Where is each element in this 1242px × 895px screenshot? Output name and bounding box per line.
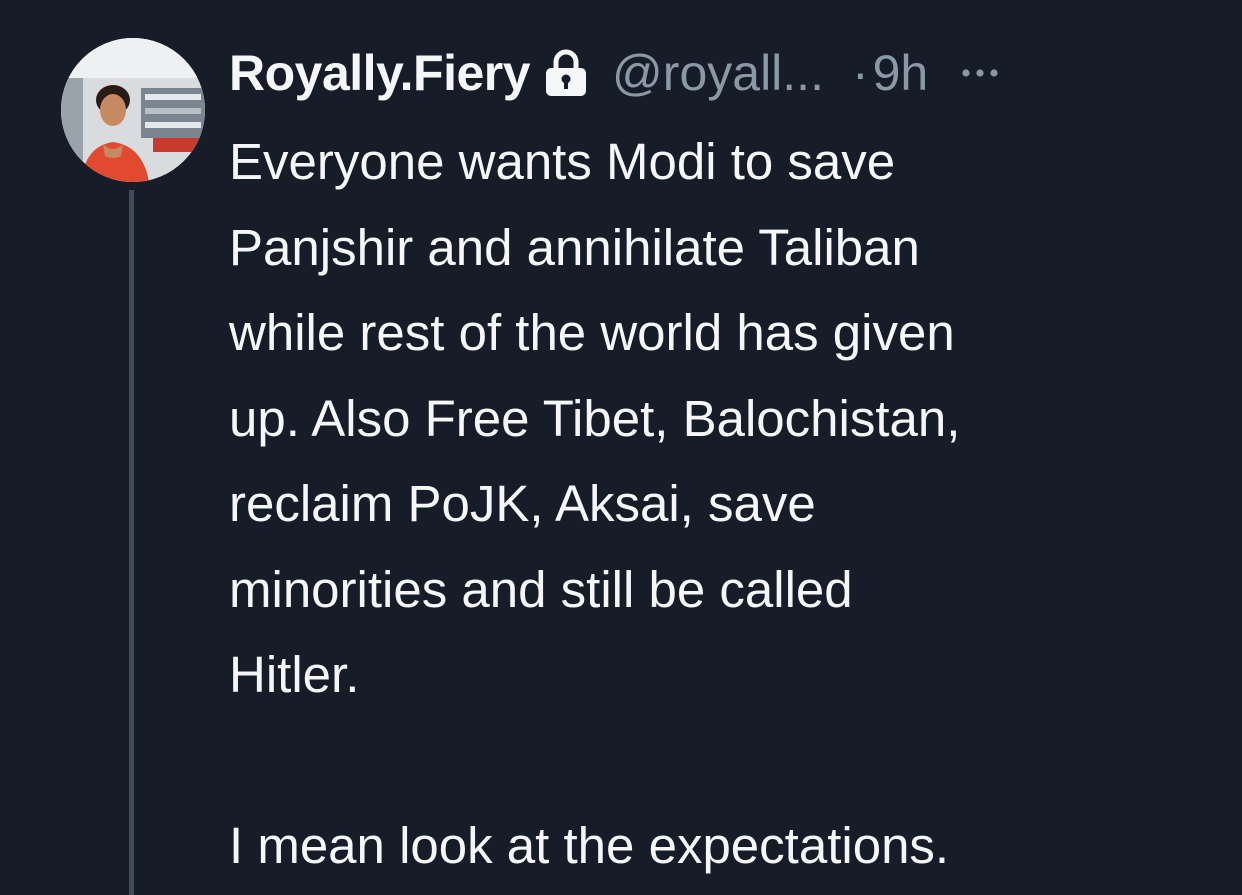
tweet-header: Royally.Fiery @royall... · 9h — [229, 38, 1000, 108]
tweet-text-line: I mean look at the expectations. — [229, 817, 950, 874]
thread-line — [129, 190, 134, 895]
avatar[interactable] — [61, 38, 205, 182]
tweet[interactable]: Royally.Fiery @royall... · 9h Everyone w… — [0, 0, 1242, 895]
more-horizontal-icon — [962, 69, 998, 77]
lock-icon — [540, 47, 592, 99]
tweet-text-line: reclaim PoJK, Aksai, save — [229, 475, 816, 532]
tweet-text-line: Panjshir and annihilate Taliban — [229, 218, 920, 276]
more-button[interactable] — [960, 53, 1000, 93]
tweet-text-line: up. Also Free Tibet, Balochistan, — [229, 389, 961, 447]
header-separator: · — [851, 45, 869, 101]
display-name[interactable]: Royally.Fiery — [229, 44, 531, 102]
tweet-text: Everyone wants Modi to save Panjshir and… — [229, 119, 1229, 889]
timestamp[interactable]: 9h — [873, 44, 929, 102]
tweet-text-line: Everyone wants Modi to save — [229, 133, 896, 190]
avatar-image — [61, 38, 205, 182]
tweet-text-line: Hitler. — [229, 646, 360, 703]
tweet-text-line: minorities and still be called — [229, 560, 853, 618]
user-handle[interactable]: @royall... — [612, 44, 824, 102]
tweet-text-line: while rest of the world has given — [229, 304, 955, 361]
